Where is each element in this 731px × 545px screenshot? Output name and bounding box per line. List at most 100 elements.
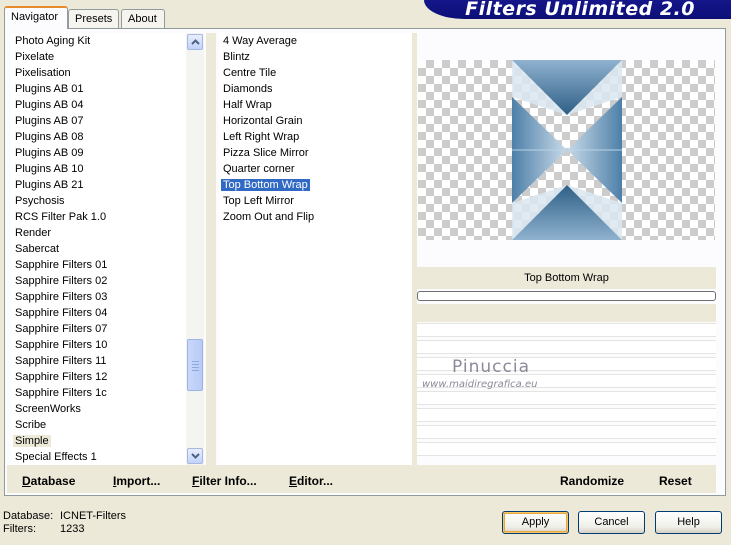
category-item-label: Sapphire Filters 11 xyxy=(15,355,107,367)
filter-item[interactable]: Centre Tile xyxy=(219,65,412,81)
watermark-name: Pinuccia xyxy=(452,357,530,377)
apply-button[interactable]: Apply xyxy=(502,511,569,534)
button-rest: ditor... xyxy=(297,474,334,488)
category-item-label: Render xyxy=(15,227,52,239)
category-item-label: Sapphire Filters 07 xyxy=(15,323,108,335)
category-item[interactable]: Plugins AB 01 xyxy=(11,81,186,97)
category-item[interactable]: Sapphire Filters 04 xyxy=(11,305,186,321)
filter-item[interactable]: Quarter corner xyxy=(219,161,412,177)
tab-about[interactable]: About xyxy=(121,9,165,28)
category-item[interactable]: Simple xyxy=(11,433,186,449)
category-item-label: Pixelate xyxy=(15,51,55,63)
title-banner: Filters Unlimited 2.0 xyxy=(424,0,731,20)
category-item[interactable]: Sapphire Filters 07 xyxy=(11,321,186,337)
filter-item[interactable]: Blintz xyxy=(219,49,412,65)
category-item-label: Simple xyxy=(13,435,51,447)
filter-item[interactable]: Half Wrap xyxy=(219,97,412,113)
database-button[interactable]: Database xyxy=(22,474,75,488)
category-item[interactable]: Psychosis xyxy=(11,193,186,209)
category-item[interactable]: Plugins AB 04 xyxy=(11,97,186,113)
category-item[interactable]: Plugins AB 07 xyxy=(11,113,186,129)
filter-item-label: Centre Tile xyxy=(223,67,277,79)
category-item-label: Psychosis xyxy=(15,195,65,207)
category-item[interactable]: Sapphire Filters 02 xyxy=(11,273,186,289)
category-item[interactable]: Pixelisation xyxy=(11,65,186,81)
parameter-band: Top Bottom Wrap xyxy=(417,267,716,289)
filter-item-label: Zoom Out and Flip xyxy=(223,211,315,223)
preview-divider xyxy=(412,33,417,493)
param-slot xyxy=(417,340,716,354)
category-item[interactable]: Photo Aging Kit xyxy=(11,33,186,49)
category-item-label: Plugins AB 09 xyxy=(15,147,84,159)
category-item-label: Sapphire Filters 1c xyxy=(15,387,107,399)
button-rest: ilter Info... xyxy=(199,474,257,488)
category-item[interactable]: Scribe xyxy=(11,417,186,433)
tab-label: About xyxy=(128,13,157,25)
reset-button[interactable]: Reset xyxy=(659,474,692,488)
category-item[interactable]: Plugins AB 08 xyxy=(11,129,186,145)
filter-item-label: Half Wrap xyxy=(223,99,272,111)
category-item[interactable]: Render xyxy=(11,225,186,241)
category-item[interactable]: ScreenWorks xyxy=(11,401,186,417)
tab-label: Navigator xyxy=(11,11,59,23)
category-item[interactable]: Plugins AB 10 xyxy=(11,161,186,177)
help-button[interactable]: Help xyxy=(655,511,722,534)
filter-item-label: Blintz xyxy=(223,51,250,63)
parameter-band-2 xyxy=(417,304,716,322)
filter-list[interactable]: 4 Way Average Blintz Centre Tile Diamonds Ha… xyxy=(219,33,412,465)
category-item[interactable]: Sapphire Filters 1c xyxy=(11,385,186,401)
category-item[interactable]: Sapphire Filters 01 xyxy=(11,257,186,273)
param-slot xyxy=(417,391,716,405)
randomize-button[interactable]: Randomize xyxy=(560,474,624,488)
category-item[interactable]: Sapphire Filters 12 xyxy=(11,369,186,385)
watermark-url: www.maidiregrafica.eu xyxy=(422,379,538,390)
category-item[interactable]: Sapphire Filters 11 xyxy=(11,353,186,369)
filter-item[interactable]: 4 Way Average xyxy=(219,33,412,49)
category-item-label: Special Effects 1 xyxy=(15,451,97,463)
category-item-label: Plugins AB 21 xyxy=(15,179,84,191)
import-button[interactable]: Import... xyxy=(113,474,160,488)
category-item[interactable]: Pixelate xyxy=(11,49,186,65)
category-item[interactable]: Plugins AB 21 xyxy=(11,177,186,193)
filter-item-label: Pizza Slice Mirror xyxy=(223,147,309,159)
category-item-label: Plugins AB 10 xyxy=(15,163,84,175)
category-item[interactable]: Sapphire Filters 03 xyxy=(11,289,186,305)
button-rest: mport... xyxy=(116,474,161,488)
category-item-label: RCS Filter Pak 1.0 xyxy=(15,211,107,223)
filter-item[interactable]: Zoom Out and Flip xyxy=(219,209,412,225)
category-scrollbar[interactable] xyxy=(186,33,204,465)
category-item[interactable]: Sabercat xyxy=(11,241,186,257)
filter-item-label: Top Bottom Wrap xyxy=(221,179,310,191)
scroll-down-button[interactable] xyxy=(187,448,203,464)
filter-item[interactable]: Top Left Mirror xyxy=(219,193,412,209)
param-slot xyxy=(417,425,716,439)
category-item[interactable]: Plugins AB 09 xyxy=(11,145,186,161)
filter-item[interactable]: Pizza Slice Mirror xyxy=(219,145,412,161)
cancel-button[interactable]: Cancel xyxy=(578,511,645,534)
banner-title: Filters Unlimited 2.0 xyxy=(465,0,695,20)
editor-button[interactable]: Editor... xyxy=(289,474,333,488)
filter-item[interactable]: Diamonds xyxy=(219,81,412,97)
category-item[interactable]: Special Effects 1 xyxy=(11,449,186,465)
category-item-label: Photo Aging Kit xyxy=(15,35,91,47)
scroll-thumb[interactable] xyxy=(187,339,203,391)
category-item[interactable]: Sapphire Filters 10 xyxy=(11,337,186,353)
scroll-up-button[interactable] xyxy=(187,34,203,50)
filter-info-button[interactable]: Filter Info... xyxy=(192,474,257,488)
tab-navigator[interactable]: Navigator xyxy=(4,6,68,29)
category-item-label: Scribe xyxy=(15,419,47,431)
category-list[interactable]: Photo Aging Kit Pixelate Pixelisation Plugi… xyxy=(11,33,186,465)
preview-graphic xyxy=(512,60,622,240)
parameter-label: Top Bottom Wrap xyxy=(524,272,609,284)
parameter-slider[interactable] xyxy=(417,291,716,301)
database-value: ICNET-Filters xyxy=(60,510,126,522)
filter-item[interactable]: Top Bottom Wrap xyxy=(219,177,412,193)
filter-item-label: Top Left Mirror xyxy=(223,195,294,207)
param-slot xyxy=(417,408,716,422)
filter-item[interactable]: Horizontal Grain xyxy=(219,113,412,129)
category-item[interactable]: RCS Filter Pak 1.0 xyxy=(11,209,186,225)
category-item-label: Plugins AB 01 xyxy=(15,83,84,95)
filter-item[interactable]: Left Right Wrap xyxy=(219,129,412,145)
tab-presets[interactable]: Presets xyxy=(68,9,119,28)
category-item-label: Sapphire Filters 02 xyxy=(15,275,108,287)
